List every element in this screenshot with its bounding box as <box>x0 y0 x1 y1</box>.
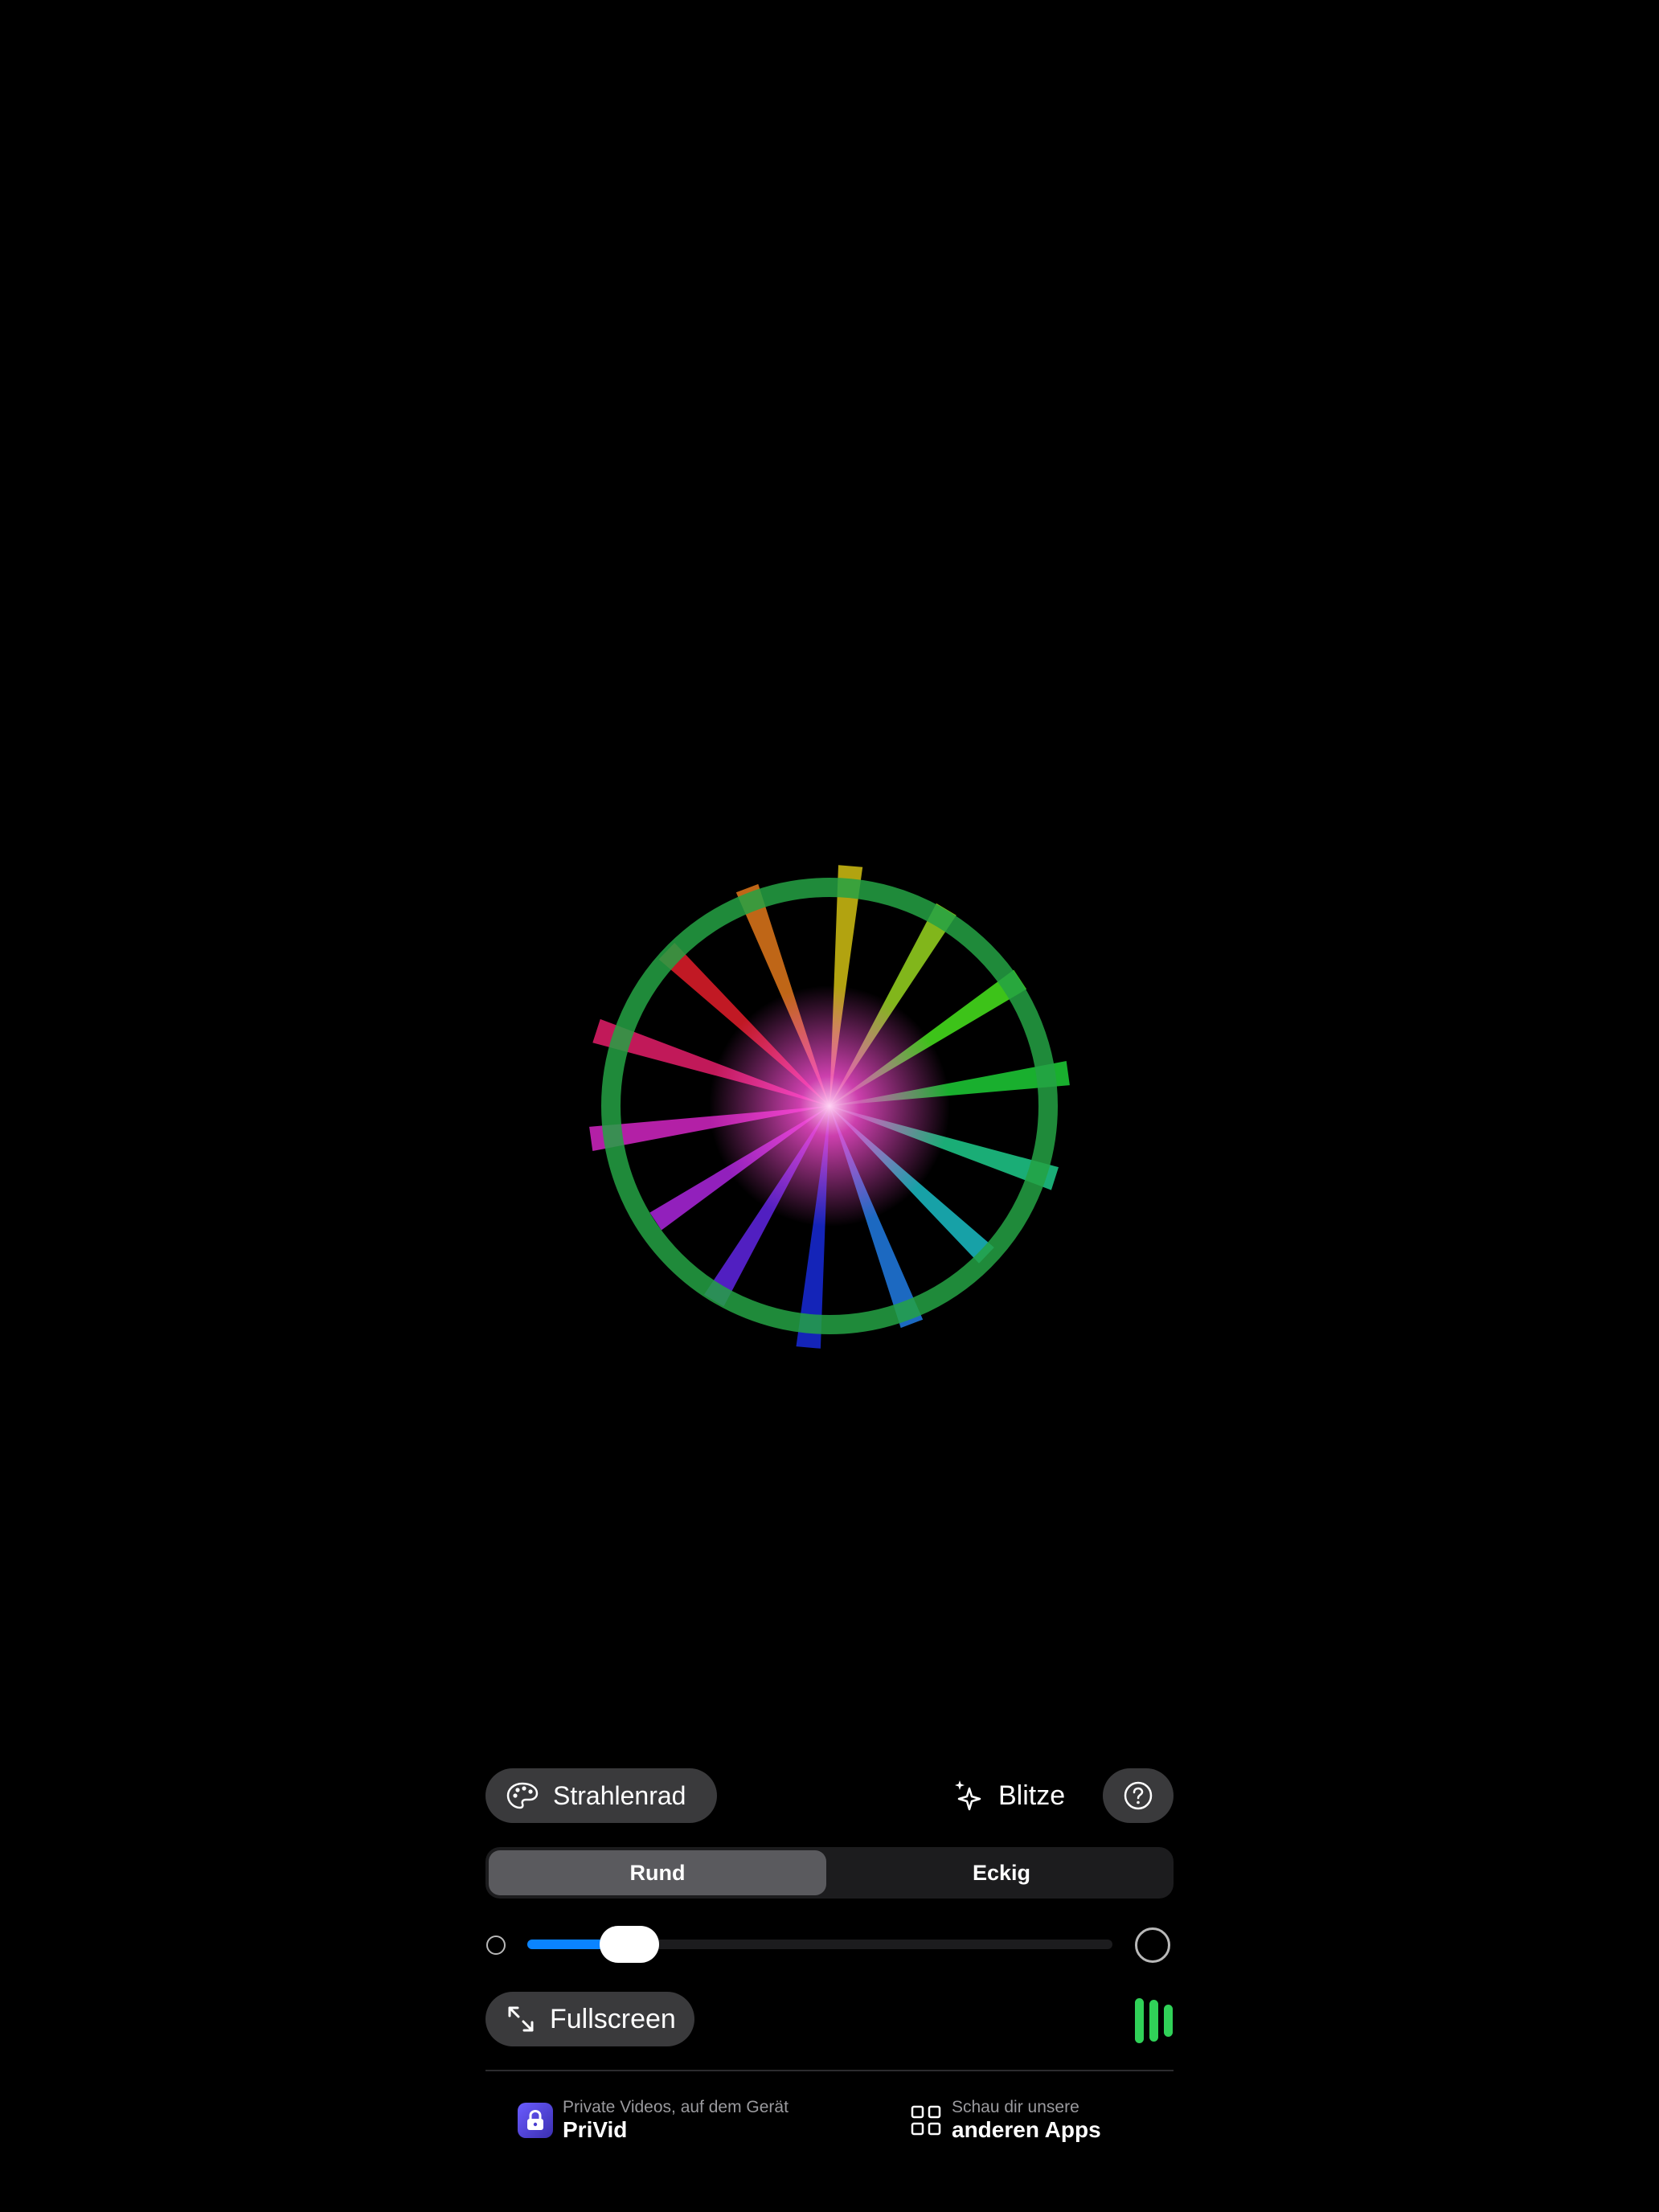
expand-arrows-icon <box>508 2006 534 2032</box>
ray-wheel-graphic <box>589 865 1070 1349</box>
small-circle-icon <box>486 1936 506 1955</box>
large-circle-icon <box>1135 1927 1170 1963</box>
size-slider-thumb[interactable] <box>600 1926 660 1963</box>
privid-subtitle: Private Videos, auf dem Gerät <box>563 2098 789 2116</box>
question-mark-icon <box>1124 1781 1153 1810</box>
flashes-label: Blitze <box>998 1780 1066 1811</box>
footer-divider <box>485 2070 1174 2071</box>
privid-app-icon <box>518 2103 553 2138</box>
segment-rund[interactable]: Rund <box>489 1850 826 1895</box>
flashes-toggle[interactable]: Blitze <box>953 1768 1065 1823</box>
other-apps-link[interactable]: Schau dir unsere anderen Apps <box>910 2098 1101 2143</box>
app-grid-icon <box>911 2105 941 2136</box>
sparkles-icon <box>955 1780 981 1811</box>
palette-icon <box>506 1782 539 1809</box>
segment-eckig[interactable]: Eckig <box>833 1850 1170 1895</box>
fullscreen-label: Fullscreen <box>550 2003 676 2034</box>
shape-segmented-control: Rund Eckig <box>485 1847 1174 1899</box>
other-apps-title: anderen Apps <box>952 2117 1101 2142</box>
ray-wheel-visualizer <box>579 852 1077 1366</box>
audio-levels-icon[interactable] <box>1135 1998 1174 2043</box>
privid-title: PriVid <box>563 2117 628 2142</box>
privid-promo-link[interactable]: Private Videos, auf dem Gerät PriVid <box>518 2098 789 2143</box>
lock-icon <box>527 2110 543 2130</box>
theme-label: Strahlenrad <box>553 1780 686 1810</box>
help-button[interactable] <box>1103 1768 1174 1823</box>
fullscreen-button[interactable]: Fullscreen <box>485 1992 694 2046</box>
other-apps-subtitle: Schau dir unsere <box>952 2098 1079 2116</box>
theme-picker-button[interactable]: Strahlenrad <box>485 1768 717 1823</box>
center-glow <box>709 985 950 1227</box>
